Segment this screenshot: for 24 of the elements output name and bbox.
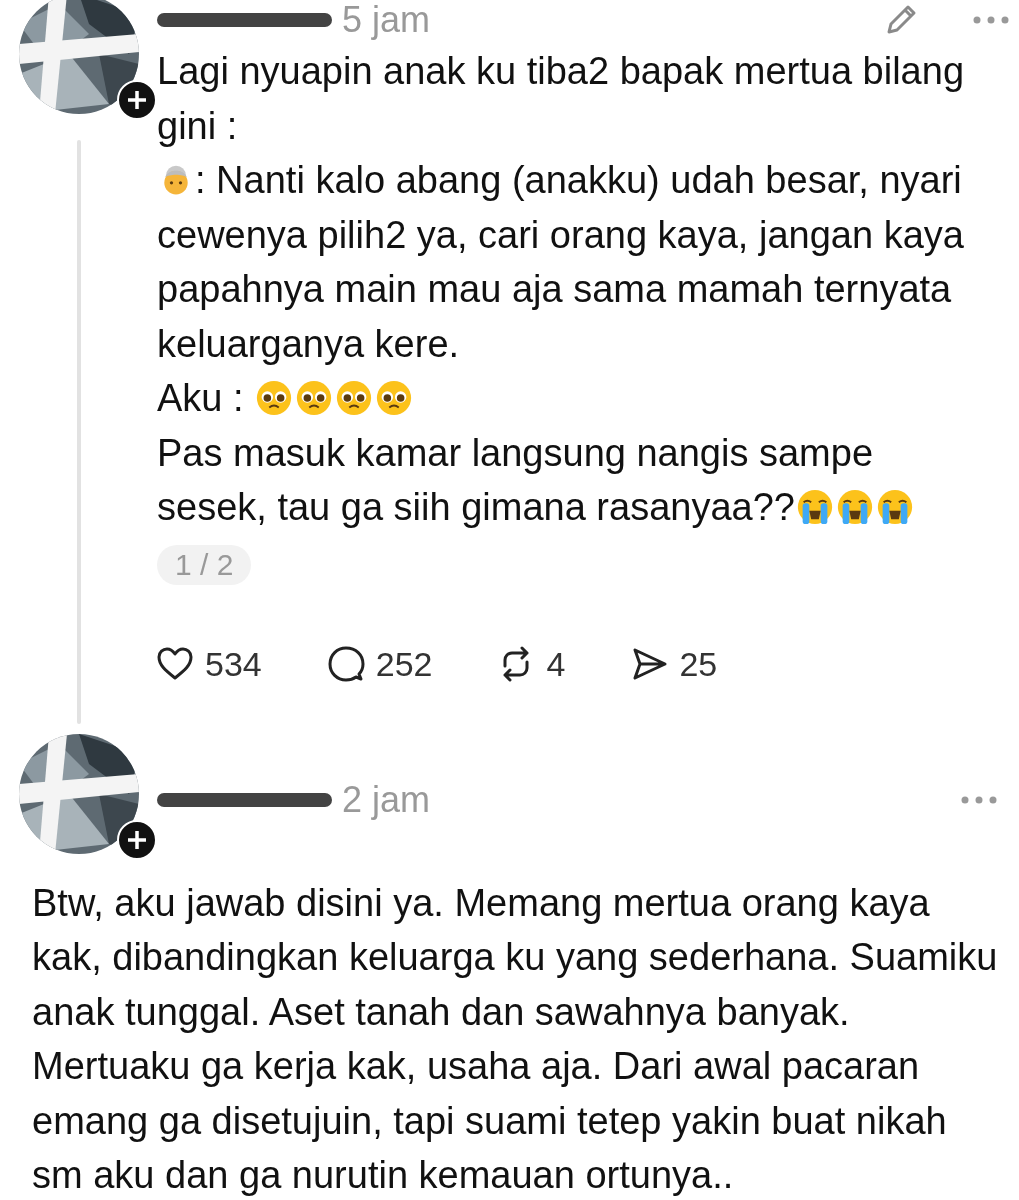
- post-text: Btw, aku jawab disini ya. Memang mertua orang kaya kak, dibandingkan keluarga ku yang sederhana. Suamiku anak tunggal. Aset tanah dan sawahnya banyak. Mertuaku ga kerja kak, usaha aja. Dari awal pacaran emang ga disetujuin, tapi suami tetep yakin buat nikah sm aku dan ga nurutin kemauan ortunya..: [32, 881, 998, 1196]
- crying-face-emoji-icon: [835, 488, 874, 526]
- pleading-face-emoji-icon: [295, 379, 334, 417]
- page-indicator: 1 / 2: [157, 544, 252, 585]
- post-text: sesek, tau ga siih gimana rasanyaa??: [157, 486, 795, 528]
- pleading-face-emoji-icon: [335, 379, 374, 417]
- more-options-icon[interactable]: [971, 14, 1011, 26]
- follow-plus-icon[interactable]: [116, 80, 157, 120]
- comment-button[interactable]: 252: [325, 637, 433, 692]
- pleading-face-emoji-icon: [375, 379, 414, 417]
- post-text: cewenya pilih2 ya, cari orang kaya, jangan kaya papahnya main mau aja sama mamah ternyata keluarganya kere.: [157, 213, 964, 365]
- crying-face-emoji-icon: [795, 488, 834, 526]
- like-button[interactable]: 534: [155, 637, 262, 692]
- pleading-face-emoji-icon: [255, 379, 294, 417]
- post-time: 5 jam: [342, 0, 431, 42]
- follow-plus-icon[interactable]: [116, 819, 157, 860]
- post-text: Pas masuk kamar langsung nangis sampe: [157, 431, 874, 474]
- post-text: Lagi nyuapin anak ku tiba2 bapak mertua bilang gini :: [157, 50, 965, 147]
- share-button[interactable]: 25: [629, 637, 718, 692]
- post-text: Aku :: [157, 377, 245, 419]
- crying-face-emoji-icon: [875, 488, 914, 526]
- post-text: : Nanti kalo abang (anakku) udah besar, nyari: [195, 159, 962, 201]
- post-time: 2 jam: [342, 777, 431, 822]
- repost-button[interactable]: 4: [496, 637, 566, 692]
